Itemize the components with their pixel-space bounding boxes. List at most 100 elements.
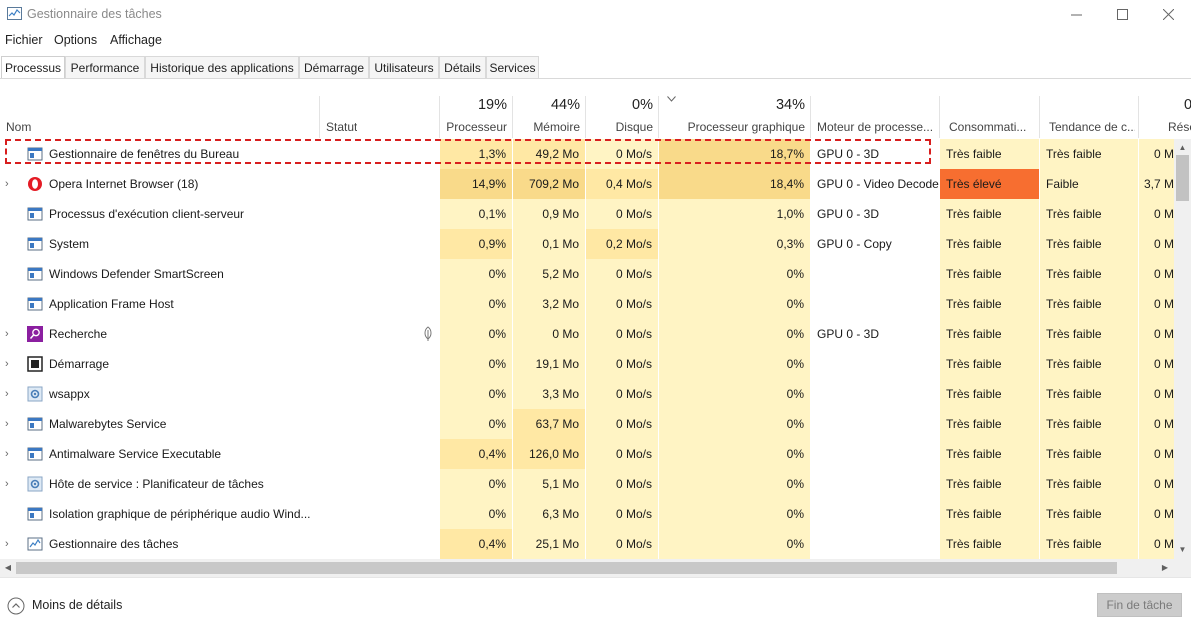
gpu-cell: 1,0% xyxy=(659,199,810,229)
expand-chevron-icon[interactable]: › xyxy=(5,319,15,349)
process-row[interactable]: Application Frame Host 0% 3,2 Mo 0 Mo/s 0% Tr… xyxy=(0,289,1174,319)
scroll-left-icon[interactable]: ◀ xyxy=(1,559,15,577)
column-header-cpu[interactable]: Processeur xyxy=(446,120,507,134)
tab-performance[interactable]: Performance xyxy=(65,56,145,78)
expand-chevron-icon[interactable]: › xyxy=(5,529,15,559)
power-cell: Très faible xyxy=(940,439,1039,469)
column-header-gpu[interactable]: Processeur graphique xyxy=(688,120,805,134)
gpu-engine-cell xyxy=(811,349,939,379)
less-details-link[interactable]: Moins de détails xyxy=(32,598,122,612)
gpu-cell: 0% xyxy=(659,289,810,319)
process-row[interactable]: Gestionnaire de fenêtres du Bureau 1,3% 49… xyxy=(0,139,1174,169)
cpu-cell: 0% xyxy=(440,409,512,439)
menu-view[interactable]: Affichage xyxy=(110,33,162,47)
process-list: Gestionnaire de fenêtres du Bureau 1,3% 49… xyxy=(0,139,1174,559)
process-row[interactable]: › Malwarebytes Service 0% 63,7 Mo 0 Mo/s 0% Tr… xyxy=(0,409,1174,439)
column-divider[interactable] xyxy=(658,96,659,138)
column-divider[interactable] xyxy=(939,96,940,138)
scroll-down-icon[interactable]: ▼ xyxy=(1176,543,1189,557)
minimize-icon xyxy=(1070,14,1082,15)
expand-chevron-icon[interactable]: › xyxy=(5,469,15,499)
process-row[interactable]: › Opera Internet Browser (18) 14,9% 709,2 M… xyxy=(0,169,1174,199)
gpu-engine-cell xyxy=(811,529,939,559)
network-cell: 0 M xyxy=(1139,439,1174,469)
gpu-engine-cell xyxy=(811,499,939,529)
column-divider[interactable] xyxy=(1039,96,1040,138)
column-header-disk[interactable]: Disque xyxy=(616,120,653,134)
process-row[interactable]: System 0,9% 0,1 Mo 0,2 Mo/s 0,3% GPU 0 - Copy… xyxy=(0,229,1174,259)
memory-cell: 6,3 Mo xyxy=(513,499,585,529)
process-name: Gestionnaire de fenêtres du Bureau xyxy=(49,147,240,161)
power-trend-cell: Très faible xyxy=(1040,469,1138,499)
tab-app-history[interactable]: Historique des applications xyxy=(145,56,299,78)
scroll-right-icon[interactable]: ▶ xyxy=(1158,559,1172,577)
process-name: System xyxy=(49,237,90,251)
process-row[interactable]: › Hôte de service : Planificateur de tâch… xyxy=(0,469,1174,499)
power-trend-cell: Très faible xyxy=(1040,139,1138,169)
process-row[interactable]: Windows Defender SmartScreen 0% 5,2 Mo 0 Mo… xyxy=(0,259,1174,289)
scrollbar-corner xyxy=(1174,559,1191,577)
tab-details[interactable]: Détails xyxy=(439,56,486,78)
network-cell: 0 M xyxy=(1139,319,1174,349)
tab-services[interactable]: Services xyxy=(486,56,539,78)
menu-options[interactable]: Options xyxy=(54,33,97,47)
power-cell: Très faible xyxy=(940,529,1039,559)
column-divider[interactable] xyxy=(439,96,440,138)
opera-icon xyxy=(28,177,42,191)
process-row[interactable]: › Recherche 0% 0 Mo 0 Mo/s 0% GPU 0 - 3D Très f… xyxy=(0,319,1174,349)
network-cell: 0 M xyxy=(1139,469,1174,499)
expand-chevron-icon[interactable]: › xyxy=(5,379,15,409)
process-name: Gestionnaire des tâches xyxy=(49,537,179,551)
column-header-network[interactable]: Rése xyxy=(1168,120,1191,134)
process-row[interactable]: Isolation graphique de périphérique audi… xyxy=(0,499,1174,529)
process-row[interactable]: › Gestionnaire des tâches 0,4% 25,1 Mo 0 Mo/… xyxy=(0,529,1174,559)
column-header-power-trend[interactable]: Tendance de c... xyxy=(1049,120,1135,134)
network-cell: 0 M xyxy=(1139,499,1174,529)
menu-file[interactable]: Fichier xyxy=(5,33,43,47)
power-cell: Très faible xyxy=(940,289,1039,319)
column-divider[interactable] xyxy=(585,96,586,138)
disk-cell: 0 Mo/s xyxy=(586,499,658,529)
power-trend-cell: Très faible xyxy=(1040,439,1138,469)
tab-users[interactable]: Utilisateurs xyxy=(369,56,439,78)
minimize-button[interactable] xyxy=(1053,0,1099,28)
gpu-cell: 0% xyxy=(659,529,810,559)
column-divider[interactable] xyxy=(1138,96,1139,138)
expand-chevron-icon[interactable]: › xyxy=(5,409,15,439)
process-row[interactable]: › Antimalware Service Executable 0,4% 126,0… xyxy=(0,439,1174,469)
vertical-scrollbar[interactable] xyxy=(1174,139,1191,559)
process-name: Isolation graphique de périphérique audi… xyxy=(49,507,311,521)
cpu-cell: 0% xyxy=(440,349,512,379)
column-divider[interactable] xyxy=(512,96,513,138)
tab-processes[interactable]: Processus xyxy=(1,56,65,79)
horizontal-scroll-thumb[interactable] xyxy=(16,562,1117,574)
network-cell: 0 M xyxy=(1139,139,1174,169)
chevron-up-circle-icon[interactable] xyxy=(7,597,25,615)
end-task-button[interactable]: Fin de tâche xyxy=(1097,593,1182,617)
power-cell: Très faible xyxy=(940,319,1039,349)
scroll-up-icon[interactable]: ▲ xyxy=(1176,141,1189,155)
power-cell: Très faible xyxy=(940,199,1039,229)
tab-startup[interactable]: Démarrage xyxy=(299,56,369,78)
column-header-power[interactable]: Consommati... xyxy=(949,120,1035,134)
column-divider[interactable] xyxy=(810,96,811,138)
maximize-button[interactable] xyxy=(1099,0,1145,28)
vertical-scroll-thumb[interactable] xyxy=(1176,155,1189,201)
expand-chevron-icon[interactable]: › xyxy=(5,439,15,469)
expand-chevron-icon[interactable]: › xyxy=(5,349,15,379)
expand-chevron-icon[interactable]: › xyxy=(5,169,15,199)
column-header-name[interactable]: Nom xyxy=(6,120,31,134)
column-header-status[interactable]: Statut xyxy=(326,120,357,134)
close-button[interactable] xyxy=(1145,0,1191,28)
process-row[interactable]: › wsappx 0% 3,3 Mo 0 Mo/s 0% Très faible Très f… xyxy=(0,379,1174,409)
power-cell: Très faible xyxy=(940,229,1039,259)
process-row[interactable]: › Démarrage 0% 19,1 Mo 0 Mo/s 0% Très faible Tr… xyxy=(0,349,1174,379)
power-trend-cell: Très faible xyxy=(1040,349,1138,379)
column-header-memory[interactable]: Mémoire xyxy=(533,120,580,134)
column-divider[interactable] xyxy=(319,96,320,138)
disk-cell: 0 Mo/s xyxy=(586,199,658,229)
process-row[interactable]: Processus d'exécution client-serveur 0,1%… xyxy=(0,199,1174,229)
network-cell: 0 M xyxy=(1139,199,1174,229)
gear-app-icon xyxy=(27,386,43,402)
column-header-gpu-engine[interactable]: Moteur de processe... xyxy=(817,120,935,134)
